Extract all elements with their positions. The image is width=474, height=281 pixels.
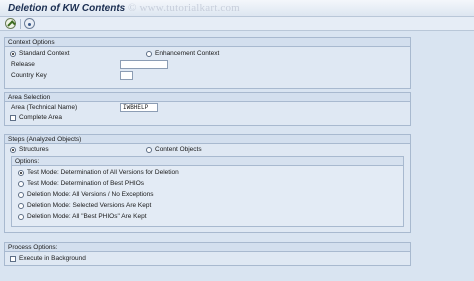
standard-context-radio[interactable] [10,51,16,57]
option-radio-3[interactable] [18,203,24,209]
area-selection-header: Area Selection [5,93,410,102]
options-subgroup: Options: Test Mode: Determination of All… [11,156,404,227]
toolbar-separator [20,19,21,29]
country-key-label: Country Key [11,72,47,79]
complete-area-label: Complete Area [19,114,62,121]
option-label-0: Test Mode: Determination of All Versions… [27,169,179,176]
area-label: Area (Technical Name) [11,104,78,111]
application-toolbar [0,17,474,31]
execute-icon[interactable] [5,18,16,29]
steps-header: Steps (Analyzed Objects) [5,135,410,144]
options-header: Options: [12,157,403,166]
option-radio-0[interactable] [18,170,24,176]
content-objects-label: Content Objects [155,146,202,153]
option-label-1: Test Mode: Determination of Best PHIOs [27,180,145,187]
structures-label: Structures [19,146,49,153]
option-label-4: Deletion Mode: All "Best PHIOs" Are Kept [27,213,147,220]
process-options-header: Process Options: [5,243,410,252]
release-label: Release [11,61,35,68]
option-label-3: Deletion Mode: Selected Versions Are Kep… [27,202,152,209]
process-options-group: Process Options: Execute in Background [4,242,411,266]
standard-context-label: Standard Context [19,50,70,57]
area-selection-group: Area Selection Area (Technical Name) IWB… [4,92,411,126]
page-title: Deletion of KW Contents [8,3,126,14]
execute-background-checkbox[interactable] [10,256,16,262]
context-options-header: Context Options [5,38,410,47]
variant-icon[interactable] [24,18,35,29]
complete-area-checkbox[interactable] [10,115,16,121]
option-radio-1[interactable] [18,181,24,187]
steps-group: Steps (Analyzed Objects) Structures Cont… [4,134,411,233]
structures-radio[interactable] [10,147,16,153]
title-bar: Deletion of KW Contents © www.tutorialka… [0,0,474,17]
content-objects-radio[interactable] [146,147,152,153]
enhancement-context-label: Enhancement Context [155,50,220,57]
context-options-group: Context Options Standard Context Enhance… [4,37,411,89]
option-radio-2[interactable] [18,192,24,198]
enhancement-context-radio[interactable] [146,51,152,57]
option-label-2: Deletion Mode: All Versions / No Excepti… [27,191,154,198]
area-input[interactable]: IWBHELP [120,103,158,112]
option-radio-4[interactable] [18,214,24,220]
release-input[interactable] [120,60,168,69]
watermark: © www.tutorialkart.com [128,2,240,14]
country-key-input[interactable] [120,71,133,80]
execute-background-label: Execute in Background [19,255,86,262]
